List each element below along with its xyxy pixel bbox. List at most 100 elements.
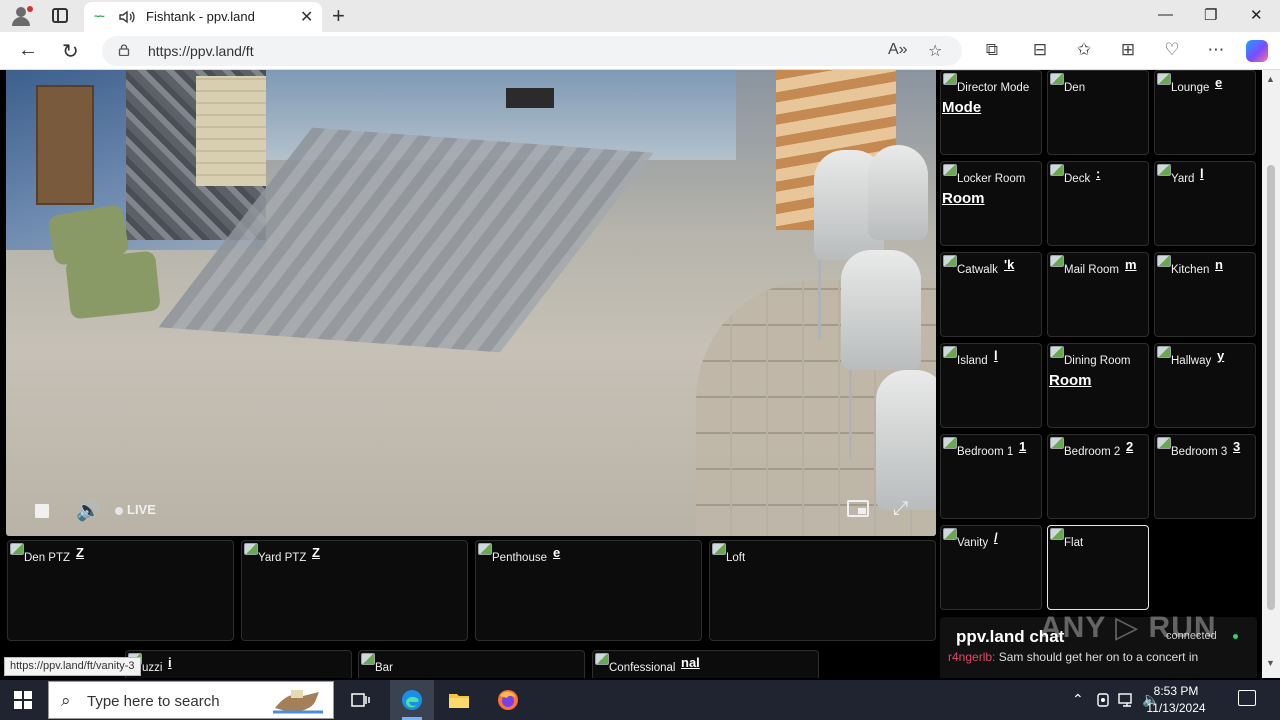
camera-tile[interactable]: Bar (358, 650, 585, 678)
copilot-icon[interactable] (1246, 40, 1268, 62)
speaker-icon[interactable] (118, 8, 136, 26)
minimize-button[interactable]: — (1158, 6, 1173, 23)
favorite-star-icon[interactable]: ☆ (928, 41, 942, 61)
camera-tile[interactable]: Hallway y (1154, 343, 1256, 428)
tray-device-icon[interactable] (1094, 691, 1112, 709)
broken-image-icon (943, 73, 957, 85)
camera-name-fragment: y (1217, 348, 1225, 363)
broken-image-icon (1050, 346, 1064, 358)
scrollbar-thumb[interactable] (1267, 165, 1275, 610)
broken-image-icon (1050, 437, 1064, 449)
camera-name: Den (1064, 82, 1086, 94)
close-tab-icon[interactable]: ✕ (300, 7, 313, 27)
browser-tab[interactable]: ~~ Fishtank - ppv.land ✕ (84, 2, 322, 32)
camera-tile[interactable]: Bedroom 1 1 (940, 434, 1042, 519)
chat-message: r4ngerlb: Sam should get her on to a con… (948, 650, 1198, 664)
camera-tile[interactable]: Yard PTZ Z (241, 540, 468, 641)
camera-name-fragment: 3 (1233, 439, 1241, 454)
live-indicator-icon (115, 507, 123, 515)
camera-tile[interactable]: Kitchen n (1154, 252, 1256, 337)
camera-name: Dining Room (1064, 355, 1131, 367)
camera-tile[interactable]: Bedroom 3 3 (1154, 434, 1256, 519)
picture-in-picture-icon[interactable] (847, 500, 869, 517)
video-player[interactable]: 🔊 LIVE ⤢ (6, 70, 936, 536)
camera-tile[interactable]: Deck: (1047, 161, 1149, 246)
profile-icon[interactable] (10, 6, 33, 26)
camera-name: Confessional (609, 662, 676, 674)
camera-tile[interactable]: Bedroom 2 2 (1047, 434, 1149, 519)
tab-actions-icon[interactable] (52, 8, 68, 23)
network-icon[interactable] (1117, 691, 1137, 709)
camera-name: Island (957, 355, 988, 367)
address-bar[interactable]: https://ppv.land/ft A» ☆ (102, 36, 962, 66)
camera-tile[interactable]: Den PTZ Z (7, 540, 234, 641)
page-scrollbar[interactable]: ▲ ▼ (1262, 70, 1280, 678)
connected-dot-icon (1233, 634, 1238, 639)
restore-button[interactable]: ❐ (1204, 6, 1217, 24)
new-tab-button[interactable]: + (332, 3, 345, 29)
camera-tile[interactable]: Penthouse e (475, 540, 702, 641)
camera-name-fragment: : (1096, 166, 1101, 181)
refresh-button[interactable]: ↻ (62, 39, 79, 64)
close-window-button[interactable]: ✕ (1250, 6, 1263, 24)
extensions-icon[interactable]: ⧉ (982, 40, 1002, 60)
favorites-icon[interactable]: ✩ (1074, 40, 1094, 60)
more-menu-icon[interactable]: ⋯ (1206, 40, 1226, 60)
camera-tile[interactable]: Island l (940, 343, 1042, 428)
broken-image-icon (943, 528, 957, 540)
notifications-icon[interactable] (1238, 690, 1256, 706)
broken-image-icon (244, 543, 258, 555)
camera-name-fragment: i (168, 655, 172, 670)
camera-tile[interactable]: Confessional nal (592, 650, 819, 678)
chat-username[interactable]: r4ngerlb: (948, 650, 995, 664)
camera-tile[interactable]: Yard l (1154, 161, 1256, 246)
url-text[interactable]: https://ppv.land/ft (148, 43, 254, 59)
task-view-icon[interactable] (348, 688, 372, 712)
tab-title: Fishtank - ppv.land (146, 9, 255, 24)
camera-tile[interactable]: Director Mode Mode (940, 70, 1042, 155)
camera-name: Director Mode (957, 82, 1030, 94)
lock-icon[interactable] (118, 44, 130, 56)
camera-name: Penthouse (492, 552, 547, 564)
camera-name-fragment: nal (681, 655, 700, 670)
camera-tile[interactable]: Flat (1047, 525, 1149, 610)
broken-image-icon (478, 543, 492, 555)
camera-tile[interactable]: Den (1047, 70, 1149, 155)
camera-name: Mail Room (1064, 264, 1119, 276)
volume-icon[interactable]: 🔊 (76, 498, 101, 523)
scroll-down-icon[interactable]: ▼ (1266, 658, 1275, 668)
scroll-up-icon[interactable]: ▲ (1266, 74, 1275, 84)
tray-overflow-icon[interactable]: ⌃ (1072, 691, 1084, 708)
back-button[interactable]: ← (18, 39, 38, 62)
broken-image-icon (1050, 164, 1064, 176)
split-screen-icon[interactable]: ⊟ (1030, 40, 1050, 60)
camera-name: Flat (1064, 537, 1084, 549)
camera-name: Vanity (957, 537, 989, 549)
firefox-icon[interactable] (496, 688, 520, 712)
camera-tile[interactable]: Dining Room Room (1047, 343, 1149, 428)
broken-image-icon (943, 255, 957, 267)
browser-essentials-icon[interactable]: ♡ (1162, 40, 1182, 60)
taskbar-clock[interactable]: 8:53 PM 11/13/2024 (1136, 683, 1216, 717)
broken-image-icon (1050, 255, 1064, 267)
taskbar-search[interactable]: ⌕ Type here to search (48, 681, 334, 719)
windows-start-icon[interactable] (14, 691, 32, 709)
fullscreen-icon[interactable]: ⤢ (893, 498, 908, 520)
camera-name-fragment: 2 (1126, 439, 1134, 454)
stop-icon[interactable] (35, 504, 49, 518)
read-aloud-icon[interactable]: A» (888, 41, 908, 59)
camera-tile[interactable]: Vanity / (940, 525, 1042, 610)
camera-name: Den PTZ (24, 552, 71, 564)
broken-image-icon (595, 653, 609, 665)
camera-tile[interactable]: Lounge e (1154, 70, 1256, 155)
camera-name-fragment: l (1200, 166, 1204, 181)
camera-name-fragment: m (1125, 257, 1137, 272)
camera-tile[interactable]: Locker Room Room (940, 161, 1042, 246)
camera-tile[interactable]: Mail Room m (1047, 252, 1149, 337)
edge-browser-icon[interactable] (400, 688, 424, 712)
camera-tile[interactable]: Loft (709, 540, 936, 641)
file-explorer-icon[interactable] (447, 688, 471, 712)
collections-icon[interactable]: ⊞ (1118, 40, 1138, 60)
camera-tile[interactable]: Catwalk 'k (940, 252, 1042, 337)
camera-tile[interactable]: uzzi i (125, 650, 352, 678)
